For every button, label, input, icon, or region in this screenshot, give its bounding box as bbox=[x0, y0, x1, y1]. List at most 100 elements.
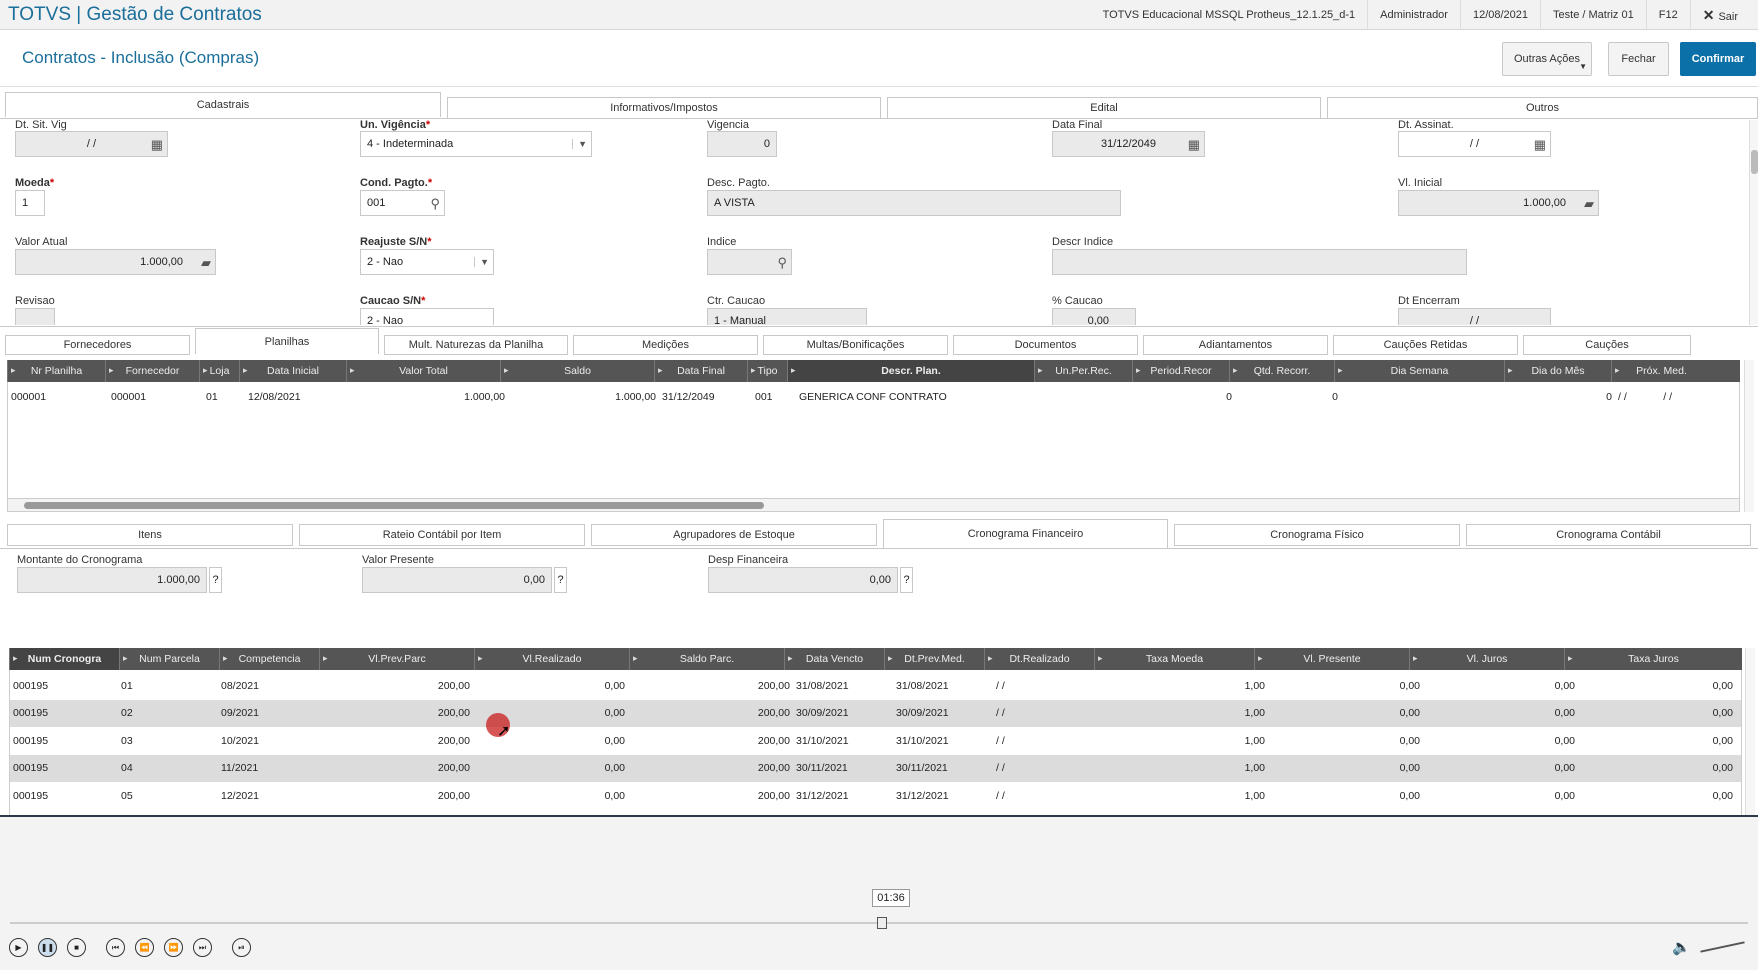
cronograma-col-header[interactable]: ▸ Competencia bbox=[219, 648, 319, 670]
planilhas-col-header[interactable]: ▸ Loja bbox=[199, 360, 239, 382]
table-row[interactable]: 000195 04 11/2021 200,00 0,00 200,00 30/11/202… bbox=[10, 754, 1741, 782]
planilhas-col-header[interactable]: ▸ Nr Planilha bbox=[7, 360, 105, 382]
reajuste-label-text: Reajuste S/N bbox=[360, 236, 428, 248]
money-icon[interactable]: ▰ bbox=[1584, 196, 1594, 212]
planilhas-col-header[interactable]: ▸ Fornecedor bbox=[105, 360, 199, 382]
tab-documentos[interactable]: Documentos bbox=[953, 335, 1138, 355]
skip-end-icon[interactable]: ⏭ bbox=[193, 938, 212, 957]
cronograma-col-header[interactable]: ▸ Vl. Juros bbox=[1409, 648, 1564, 670]
planilhas-col-header[interactable]: ▸ Data Final bbox=[654, 360, 747, 382]
pct-caucao-field[interactable]: 0,00 bbox=[1052, 308, 1136, 325]
un-vigencia-select[interactable]: 4 - Indeterminada ▼ bbox=[360, 131, 592, 157]
reajuste-select[interactable]: 2 - Nao ▼ bbox=[360, 249, 494, 275]
tab-fornecedores[interactable]: Fornecedores bbox=[5, 335, 190, 355]
tab-agrupadores-de-estoque[interactable]: Agrupadores de Estoque bbox=[591, 524, 877, 546]
tab-informativos[interactable]: Informativos/Impostos bbox=[447, 97, 881, 119]
volume-icon[interactable]: 🔈 bbox=[1672, 938, 1691, 956]
forward-icon[interactable]: ⏩ bbox=[164, 938, 183, 957]
cronograma-col-header[interactable]: ▸ Taxa Moeda bbox=[1094, 648, 1254, 670]
pause-icon[interactable]: ❚❚ bbox=[38, 938, 57, 957]
moeda-field[interactable]: 1 bbox=[15, 190, 45, 216]
cronograma-col-header[interactable]: ▸ Vl.Realizado bbox=[474, 648, 629, 670]
planilhas-col-header[interactable]: ▸ Data Inicial bbox=[239, 360, 346, 382]
valor-atual-field[interactable]: 1.000,00 ▰ bbox=[15, 249, 216, 275]
planilhas-vscrollbar[interactable] bbox=[1744, 360, 1754, 512]
dt-sit-vig-field[interactable]: / / ▦ bbox=[15, 131, 168, 157]
cronograma-col-header[interactable]: ▸ Taxa Juros bbox=[1564, 648, 1742, 670]
hscroll-thumb[interactable] bbox=[24, 502, 764, 509]
scroll-thumb[interactable] bbox=[1751, 150, 1758, 174]
calendar-icon[interactable]: ▦ bbox=[151, 137, 163, 153]
tab-cronograma-cont-bil[interactable]: Cronograma Contábil bbox=[1466, 524, 1751, 546]
planilhas-col-header[interactable]: ▸ Un.Per.Rec. bbox=[1034, 360, 1132, 382]
tab-planilhas[interactable]: Planilhas bbox=[195, 328, 379, 354]
cond-pagto-field[interactable]: 001 ⚲ bbox=[360, 190, 445, 216]
cronograma-col-header[interactable]: ▸ Dt.Prev.Med. bbox=[884, 648, 984, 670]
planilhas-col-header[interactable]: ▸ Valor Total bbox=[346, 360, 500, 382]
planilhas-col-header[interactable]: ▸ Descr. Plan. bbox=[787, 360, 1034, 382]
data-final-field[interactable]: 31/12/2049 ▦ bbox=[1052, 131, 1205, 157]
planilhas-col-header[interactable]: ▸ Period.Recor bbox=[1132, 360, 1229, 382]
dt-assinat-field[interactable]: / / ▦ bbox=[1398, 131, 1551, 157]
cronograma-col-header[interactable]: ▸ Num Parcela bbox=[119, 648, 219, 670]
caucao-select[interactable]: 2 - Nao bbox=[360, 308, 494, 325]
cronograma-col-header[interactable]: ▸ Vl. Presente bbox=[1254, 648, 1409, 670]
f12-label[interactable]: F12 bbox=[1645, 0, 1690, 30]
vl-inicial-field[interactable]: 1.000,00 ▰ bbox=[1398, 190, 1599, 216]
tab-mult-naturezas-da-planilha[interactable]: Mult. Naturezas da Planilha bbox=[384, 335, 568, 355]
dt-encerram-field[interactable]: / / bbox=[1398, 308, 1551, 325]
tab-outros[interactable]: Outros bbox=[1327, 97, 1758, 119]
tab-cau-es[interactable]: Cauções bbox=[1523, 335, 1691, 355]
cronograma-col-header[interactable]: ▸ Data Vencto bbox=[784, 648, 884, 670]
help-button-desp-financeira[interactable]: ? bbox=[900, 567, 913, 593]
tab-adiantamentos[interactable]: Adiantamentos bbox=[1143, 335, 1328, 355]
search-icon[interactable]: ⚲ bbox=[430, 196, 440, 212]
tab-multas-bonifica-es[interactable]: Multas/Bonificações bbox=[763, 335, 948, 355]
tab-rateio-cont-bil-por-item[interactable]: Rateio Contábil por Item bbox=[299, 524, 585, 546]
form-scrollbar[interactable] bbox=[1749, 120, 1758, 325]
planilhas-col-header[interactable]: ▸ Dia do Mês bbox=[1504, 360, 1611, 382]
cronograma-col-header[interactable]: ▸ Saldo Parc. bbox=[629, 648, 784, 670]
stop-icon[interactable]: ■ bbox=[67, 938, 86, 957]
table-row[interactable]: 000195 01 08/2021 200,00 0,00 200,00 31/08/202… bbox=[10, 672, 1741, 699]
planilhas-col-header[interactable]: ▸ Qtd. Recorr. bbox=[1229, 360, 1334, 382]
search-icon[interactable]: ⚲ bbox=[777, 255, 787, 271]
close-button[interactable]: Fechar bbox=[1608, 42, 1669, 76]
rewind-icon[interactable]: ⏪ bbox=[135, 938, 154, 957]
tab-medi-es[interactable]: Medições bbox=[573, 335, 758, 355]
help-button-valor-presente[interactable]: ? bbox=[554, 567, 567, 593]
tab-itens[interactable]: Itens bbox=[7, 524, 293, 546]
branch-label[interactable]: Teste / Matriz 01 bbox=[1540, 0, 1646, 30]
next-icon[interactable]: ⏯ bbox=[232, 938, 251, 957]
revisao-field[interactable] bbox=[15, 308, 55, 325]
play-icon[interactable]: ▶ bbox=[9, 938, 28, 957]
seek-handle[interactable] bbox=[877, 917, 887, 929]
planilhas-col-header[interactable]: ▸ Dia Semana bbox=[1334, 360, 1504, 382]
tab-cau-es-retidas[interactable]: Cauções Retidas bbox=[1333, 335, 1518, 355]
more-actions-button[interactable]: Outras Ações ▼ bbox=[1502, 42, 1592, 76]
tab-cronograma-f-sico[interactable]: Cronograma Físico bbox=[1174, 524, 1460, 546]
planilhas-col-header[interactable]: ▸ Tipo bbox=[747, 360, 787, 382]
cronograma-col-header[interactable]: ▸ Num Cronogra bbox=[9, 648, 119, 670]
skip-start-icon[interactable]: ⏮ bbox=[106, 938, 125, 957]
planilhas-col-header[interactable]: ▸ Próx. Med. bbox=[1611, 360, 1711, 382]
cronograma-col-header[interactable]: ▸ Vl.Prev.Parc bbox=[319, 648, 474, 670]
tab-cadastrais[interactable]: Cadastrais bbox=[5, 92, 441, 117]
confirm-button[interactable]: Confirmar bbox=[1680, 42, 1756, 76]
ctr-caucao-select[interactable]: 1 - Manual bbox=[707, 308, 867, 325]
vigencia-field[interactable]: 0 bbox=[707, 131, 777, 157]
table-row[interactable]: 000195 05 12/2021 200,00 0,00 200,00 31/12/202… bbox=[10, 782, 1741, 809]
planilhas-hscrollbar[interactable] bbox=[7, 498, 1740, 512]
tab-cronograma-financeiro[interactable]: Cronograma Financeiro bbox=[883, 519, 1168, 548]
table-row[interactable]: 000195 03 10/2021 200,00 0,00 200,00 31/10/202… bbox=[10, 727, 1741, 754]
tab-edital[interactable]: Edital bbox=[887, 97, 1321, 119]
indice-field[interactable]: ⚲ bbox=[707, 249, 792, 275]
money-icon[interactable]: ▰ bbox=[201, 255, 211, 271]
calendar-icon[interactable]: ▦ bbox=[1188, 137, 1200, 153]
planilhas-col-header[interactable]: ▸ Saldo bbox=[500, 360, 654, 382]
calendar-icon[interactable]: ▦ bbox=[1534, 137, 1546, 153]
exit-button[interactable]: ✕ Sair bbox=[1689, 0, 1750, 30]
help-button-montante[interactable]: ? bbox=[209, 567, 222, 593]
table-row[interactable]: 000195 02 09/2021 200,00 0,00 200,00 30/09/202… bbox=[10, 699, 1741, 727]
cronograma-col-header[interactable]: ▸ Dt.Realizado bbox=[984, 648, 1094, 670]
